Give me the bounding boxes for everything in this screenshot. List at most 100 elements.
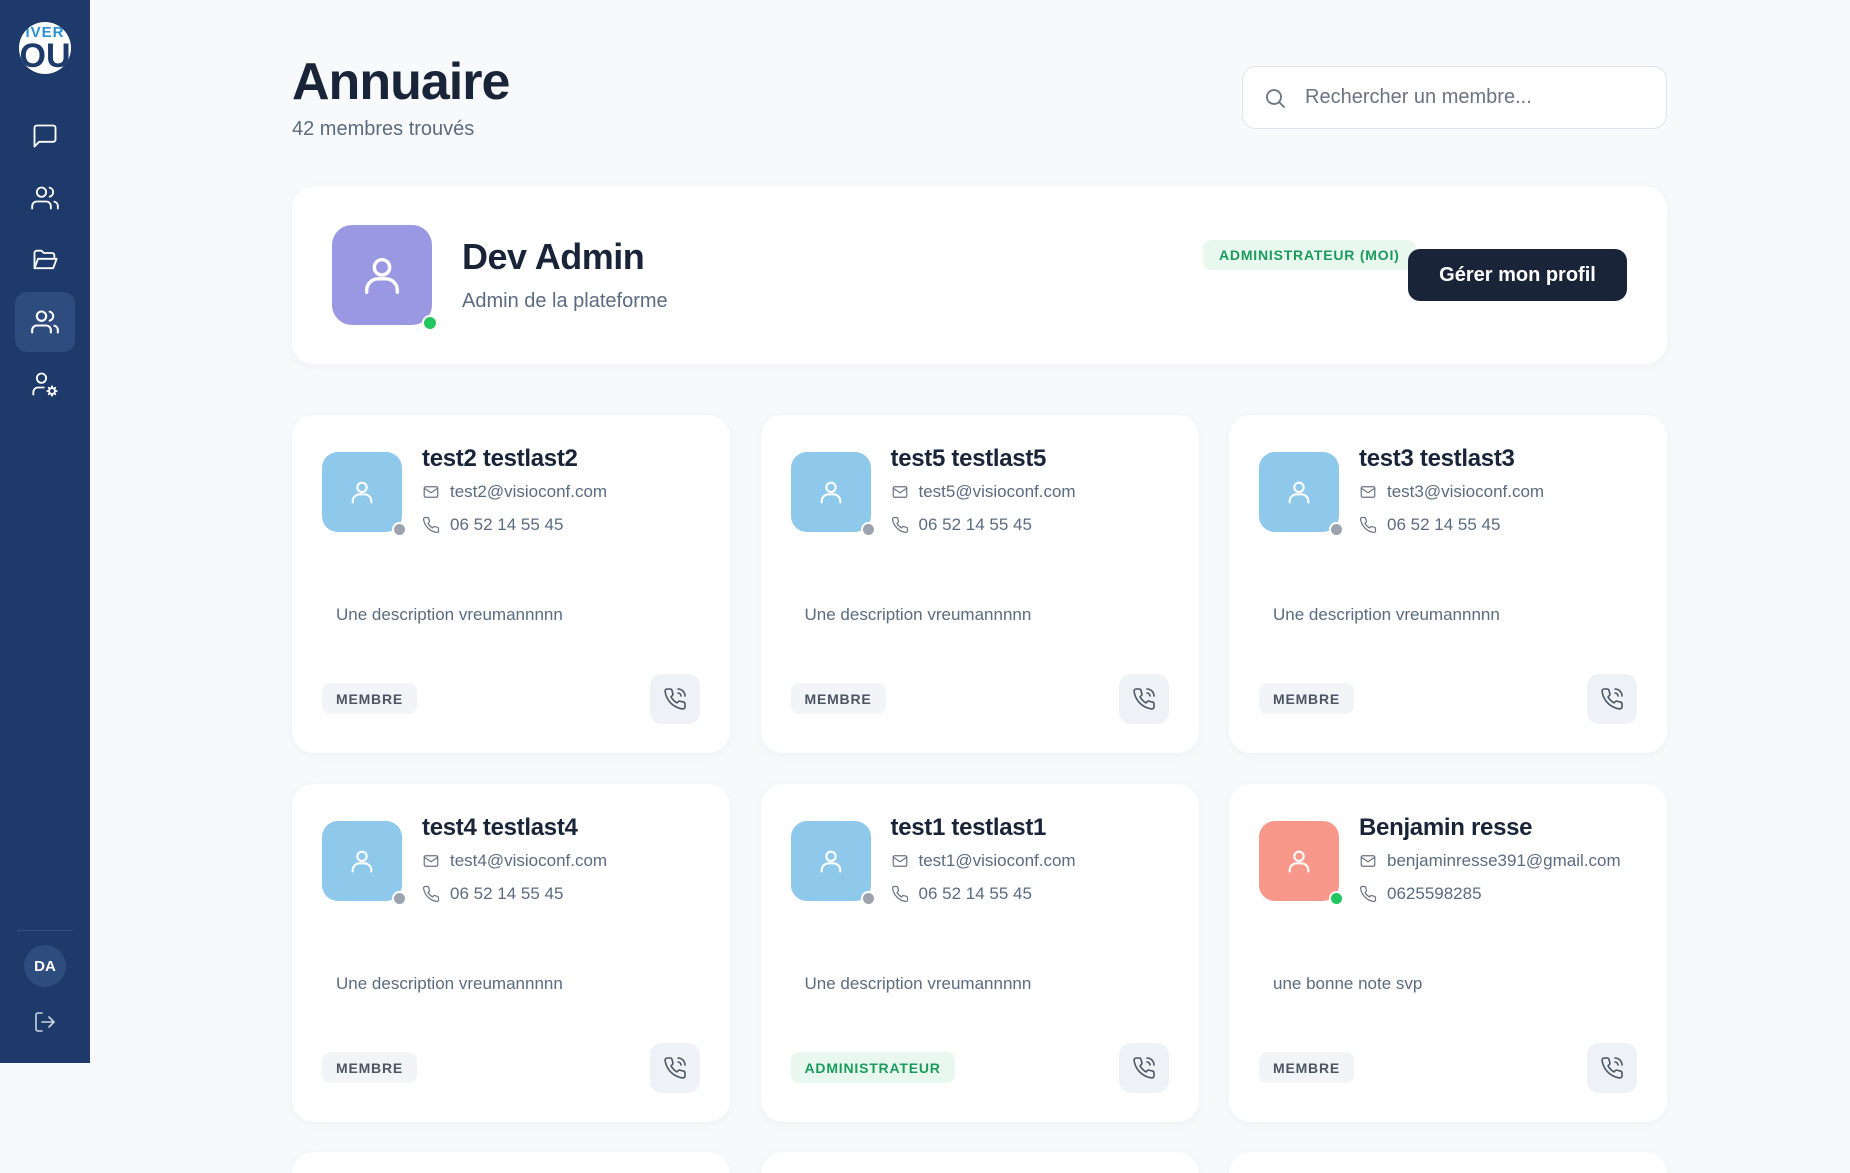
member-card[interactable]: test1 testlast1 test1@visioconf.com 06 5… — [760, 784, 1199, 1122]
sidebar-item-files[interactable] — [15, 230, 75, 290]
member-avatar — [790, 821, 876, 906]
phone-icon — [1359, 516, 1377, 534]
member-name: test3 testlast3 — [1359, 445, 1515, 472]
sidebar-nav — [15, 106, 75, 414]
member-phone-row: 06 52 14 55 45 — [1359, 515, 1500, 535]
member-card[interactable]: test3 testlast3 test3@visioconf.com 06 5… — [1229, 415, 1667, 753]
phone-icon — [891, 885, 908, 903]
role-badge: MEMBRE — [790, 683, 886, 714]
user-icon — [820, 850, 841, 873]
member-email-row: test1@visioconf.com — [891, 851, 1076, 871]
role-badge: MEMBRE — [1259, 683, 1355, 714]
profile-role: Admin de la plateforme — [462, 290, 668, 312]
user-icon — [351, 481, 373, 504]
member-avatar — [1259, 452, 1344, 537]
member-name: test2 testlast2 — [422, 445, 578, 472]
member-card[interactable]: Benjamin resse benjaminresse391@gmail.co… — [1229, 784, 1667, 1122]
member-grid-next-row — [292, 1152, 1667, 1173]
member-email-row: test5@visioconf.com — [891, 482, 1076, 502]
sidebar-item-messages[interactable] — [15, 106, 75, 166]
app-logo[interactable]: IVER OU — [19, 22, 71, 74]
call-button[interactable] — [650, 674, 700, 724]
user-icon — [364, 257, 400, 294]
member-phone: 06 52 14 55 45 — [1387, 515, 1501, 534]
member-description: Une description vreumannnnn — [1273, 605, 1500, 624]
member-avatar — [1259, 821, 1344, 906]
user-avatar[interactable]: DA — [24, 945, 66, 987]
member-name: Benjamin resse — [1359, 814, 1533, 841]
call-button[interactable] — [650, 1043, 700, 1093]
user-icon — [1288, 850, 1310, 873]
phone-call-icon — [1132, 1057, 1155, 1079]
sidebar-item-teams[interactable] — [15, 168, 75, 228]
profile-avatar — [332, 225, 438, 331]
mail-icon — [1360, 855, 1376, 867]
status-dot — [1329, 522, 1344, 537]
phone-call-icon — [1601, 1057, 1623, 1079]
member-card — [760, 1152, 1199, 1173]
sidebar-divider — [17, 930, 73, 931]
phone-call-icon — [664, 1057, 686, 1079]
message-square-icon — [33, 124, 57, 148]
phone-call-icon — [1132, 688, 1155, 710]
member-email-row: test3@visioconf.com — [1359, 482, 1544, 502]
member-grid: test2 testlast2 test2@visioconf.com 06 5… — [292, 415, 1667, 1122]
member-count: 42 membres trouvés — [292, 118, 475, 140]
user-icon — [1288, 481, 1310, 504]
mail-icon — [892, 486, 907, 498]
status-dot — [1329, 891, 1344, 906]
logout-button[interactable] — [24, 1001, 66, 1043]
phone-call-icon — [1601, 688, 1623, 710]
call-button[interactable] — [1118, 674, 1169, 724]
member-email: test3@visioconf.com — [1387, 482, 1545, 501]
status-dot — [392, 522, 407, 537]
profile-name: Dev Admin — [462, 236, 645, 277]
user-cog-icon — [32, 372, 58, 397]
member-email-row: test2@visioconf.com — [422, 482, 607, 502]
member-description: une bonne note svp — [1273, 974, 1423, 993]
logo-text-bottom: OU — [19, 37, 71, 74]
member-phone-row: 06 52 14 55 45 — [891, 884, 1032, 904]
sidebar-footer: DA — [0, 930, 90, 1043]
member-card[interactable]: test5 testlast5 test5@visioconf.com 06 5… — [760, 415, 1199, 753]
member-description: Une description vreumannnnn — [804, 974, 1032, 993]
role-badge: ADMINISTRATEUR — [790, 1052, 955, 1083]
mail-icon — [1360, 486, 1376, 498]
member-card[interactable]: test4 testlast4 test4@visioconf.com 06 5… — [292, 784, 730, 1122]
phone-icon — [891, 516, 908, 534]
manage-profile-button[interactable]: Gérer mon profil — [1408, 249, 1627, 301]
phone-call-icon — [664, 688, 686, 710]
member-description: Une description vreumannnnn — [804, 605, 1032, 624]
logout-icon — [35, 1012, 55, 1032]
mail-icon — [423, 855, 439, 867]
member-email-row: test4@visioconf.com — [422, 851, 607, 871]
member-phone: 06 52 14 55 45 — [450, 884, 564, 903]
member-phone: 06 52 14 55 45 — [918, 884, 1032, 903]
search-bar[interactable] — [1242, 66, 1667, 129]
member-email: benjaminresse391@gmail.com — [1387, 851, 1621, 870]
role-badge: MEMBRE — [322, 683, 418, 714]
member-email: test4@visioconf.com — [450, 851, 608, 870]
member-phone: 06 52 14 55 45 — [918, 515, 1032, 534]
sidebar-item-directory[interactable] — [15, 292, 75, 352]
sidebar-item-admin[interactable] — [15, 354, 75, 414]
member-avatar — [322, 452, 407, 537]
call-button[interactable] — [1587, 674, 1637, 724]
member-card[interactable]: test2 testlast2 test2@visioconf.com 06 5… — [292, 415, 730, 753]
member-name: test1 testlast1 — [890, 814, 1047, 841]
call-button[interactable] — [1118, 1043, 1169, 1093]
member-phone-row: 06 52 14 55 45 — [891, 515, 1032, 535]
phone-icon — [422, 516, 440, 534]
search-input[interactable] — [1305, 86, 1645, 109]
my-profile-card: Dev Admin Admin de la plateforme ADMINIS… — [292, 186, 1667, 364]
member-phone-row: 06 52 14 55 45 — [422, 515, 563, 535]
call-button[interactable] — [1587, 1043, 1637, 1093]
admin-badge: ADMINISTRATEUR (MOI) — [1203, 240, 1416, 270]
member-phone: 06 52 14 55 45 — [450, 515, 564, 534]
phone-icon — [422, 885, 440, 903]
member-name: test4 testlast4 — [422, 814, 578, 841]
role-badge: MEMBRE — [322, 1052, 418, 1083]
member-name: test5 testlast5 — [890, 445, 1047, 472]
member-email: test5@visioconf.com — [918, 482, 1076, 501]
status-dot — [860, 891, 876, 906]
